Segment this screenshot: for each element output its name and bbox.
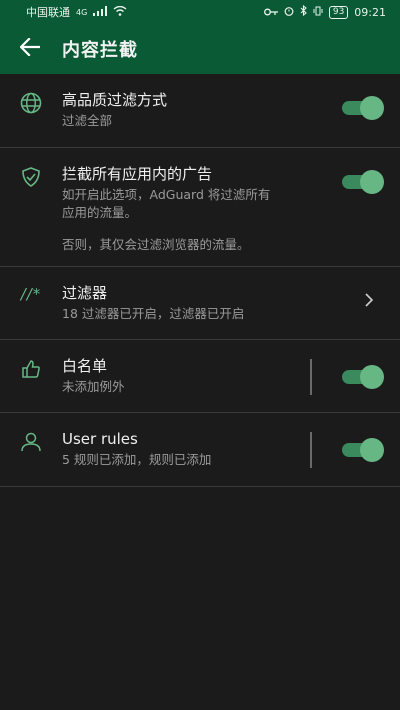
item-title: 高品质过滤方式 xyxy=(62,91,168,109)
list-item-block-app-ads[interactable]: 拦截所有应用内的广告 如开启此选项，AdGuard 将过滤所有 应用的流量。 否则… xyxy=(0,148,400,267)
network-indicator: 4G xyxy=(76,7,88,17)
key-icon xyxy=(263,6,278,19)
shield-check-icon xyxy=(20,166,42,266)
chevron-right-icon xyxy=(364,292,374,312)
block-app-ads-toggle[interactable] xyxy=(342,170,384,194)
item-subtitle: 如开启此选项，AdGuard 将过滤所有 应用的流量。 xyxy=(62,187,271,220)
item-note: 否则，其仅会过滤浏览器的流量。 xyxy=(62,237,250,252)
high-quality-filtering-toggle[interactable] xyxy=(342,96,384,120)
item-title: User rules xyxy=(62,430,138,448)
alarm-icon xyxy=(284,6,294,19)
bluetooth-icon xyxy=(300,4,307,19)
item-title: 拦截所有应用内的广告 xyxy=(62,165,213,183)
filter-rules-icon: //* xyxy=(20,285,42,303)
list-item-user-rules[interactable]: User rules 5 规则已添加，规则已添加 xyxy=(0,413,400,487)
settings-list: 高品质过滤方式 过滤全部 拦截所有应用内的广告 如开启此选项，AdGuard 将… xyxy=(0,74,400,487)
item-subtitle: 18 过滤器已开启，过滤器已开启 xyxy=(62,306,245,321)
divider xyxy=(310,359,312,395)
vibrate-icon xyxy=(313,6,323,19)
allowlist-toggle[interactable] xyxy=(342,365,384,389)
carrier-label: 中国联通 xyxy=(26,6,70,19)
page-title: 内容拦截 xyxy=(62,40,138,61)
status-bar: 中国联通 4G 93 09:21 xyxy=(0,0,400,24)
clock: 09:21 xyxy=(354,5,386,19)
list-item-high-quality-filtering[interactable]: 高品质过滤方式 过滤全部 xyxy=(0,74,400,148)
item-subtitle: 过滤全部 xyxy=(62,113,113,128)
globe-icon xyxy=(20,92,42,147)
list-item-filters[interactable]: //* 过滤器 18 过滤器已开启，过滤器已开启 xyxy=(0,267,400,340)
item-subtitle: 未添加例外 xyxy=(62,379,125,394)
battery-level: 93 xyxy=(328,5,349,19)
wifi-icon xyxy=(113,5,127,19)
user-icon xyxy=(20,431,42,486)
list-item-allowlist[interactable]: 白名单 未添加例外 xyxy=(0,340,400,413)
signal-icon xyxy=(93,5,108,19)
toolbar: 内容拦截 xyxy=(0,24,400,74)
item-title: 过滤器 xyxy=(62,284,108,302)
thumbs-up-icon xyxy=(20,358,42,412)
item-subtitle: 5 规则已添加，规则已添加 xyxy=(62,452,212,467)
divider xyxy=(310,432,312,468)
arrow-left-icon xyxy=(19,37,41,60)
item-title: 白名单 xyxy=(62,357,108,375)
back-button[interactable] xyxy=(16,35,44,63)
user-rules-toggle[interactable] xyxy=(342,438,384,462)
